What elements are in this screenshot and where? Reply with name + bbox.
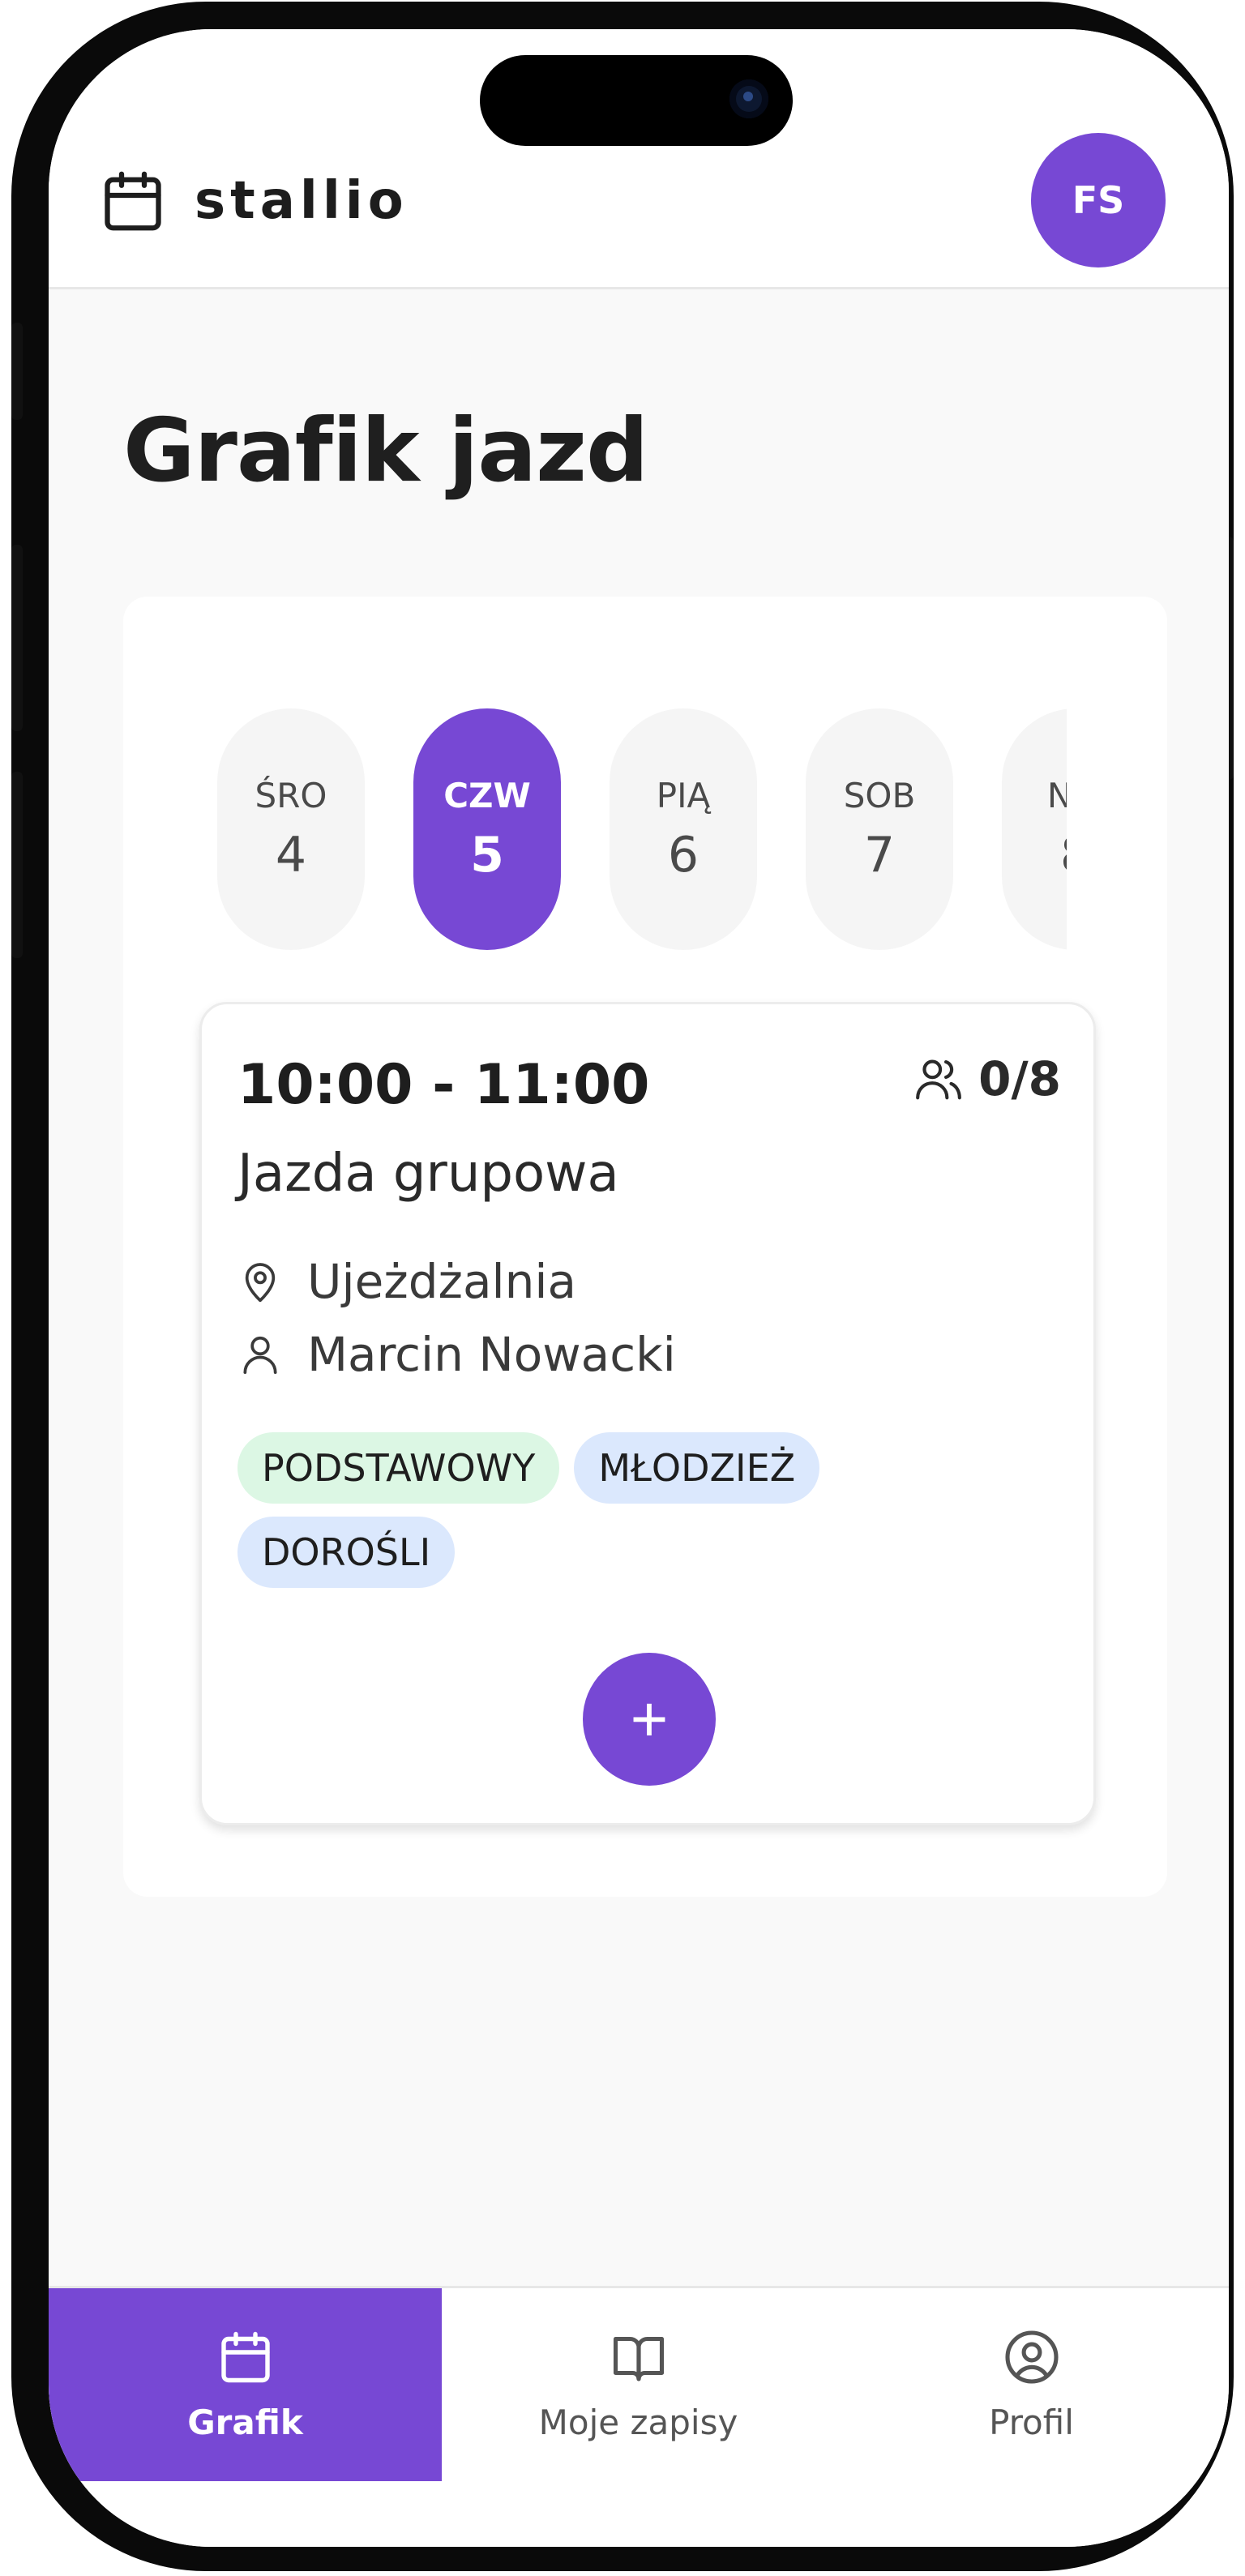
capacity-value: 0/8 [978,1051,1061,1106]
day-number: 5 [470,826,504,884]
nav-item-moje-zapisy[interactable]: Moje zapisy [442,2288,835,2481]
level-tag: PODSTAWOWY [237,1432,560,1504]
day-fri[interactable]: PIĄ 6 [610,708,757,950]
brand-logo[interactable]: stallio [99,167,409,235]
day-number: 8 [1060,827,1067,884]
app-screen: stallio FS Grafik jazd ŚRO 4 CZW 5 PIĄ 6 [49,29,1229,2547]
day-thu-selected[interactable]: CZW 5 [413,708,561,950]
day-name: ŚRO [255,775,327,815]
camera-icon [729,79,768,118]
nav-item-profil[interactable]: Profil [835,2288,1228,2481]
phone-volume-down [11,772,23,958]
session-location: Ujeżdżalnia [237,1254,576,1309]
age-tag: DOROŚLI [237,1517,456,1588]
brand-name: stallio [195,171,409,231]
nav-label: Grafik [187,2402,303,2442]
location-text: Ujeżdżalnia [307,1254,577,1309]
user-icon [243,1336,277,1375]
day-name: PIĄ [656,775,711,815]
day-selector[interactable]: ŚRO 4 CZW 5 PIĄ 6 SOB 7 NIE 8 [217,708,1067,950]
add-booking-button[interactable]: + [583,1653,716,1786]
age-tag: MŁODZIEŻ [574,1432,820,1504]
nav-label: Profil [989,2402,1074,2442]
dynamic-island [480,55,793,146]
page-title: Grafik jazd [123,400,648,502]
day-name: NIE [1046,775,1067,815]
day-number: 7 [863,826,896,884]
session-card[interactable]: 10:00 - 11:00 0/8 Jazda grupowa Ujeżdżal… [199,1002,1096,1825]
instructor-name: Marcin Nowacki [307,1327,676,1382]
calendar-icon [220,2331,270,2382]
schedule-panel: ŚRO 4 CZW 5 PIĄ 6 SOB 7 NIE 8 [123,597,1167,1897]
session-time: 10:00 - 11:00 [237,1053,650,1117]
session-instructor: Marcin Nowacki [237,1327,676,1382]
day-number: 6 [667,826,700,884]
session-tags: PODSTAWOWY MŁODZIEŻ DOROŚLI [237,1432,1048,1588]
session-capacity: 0/8 [913,1051,1061,1106]
day-name: CZW [443,775,531,815]
location-pin-icon [245,1263,276,1303]
users-icon [916,1059,961,1100]
phone-volume-up [11,545,23,731]
day-name: SOB [843,775,916,815]
nav-item-grafik[interactable]: Grafik [49,2288,442,2481]
nav-label: Moje zapisy [538,2402,738,2442]
user-avatar[interactable]: FS [1031,133,1166,267]
day-wed[interactable]: ŚRO 4 [217,708,365,950]
phone-side-button [11,323,23,420]
calendar-icon [105,171,161,231]
user-circle-icon [1004,2330,1059,2384]
book-icon [613,2336,664,2381]
day-sun[interactable]: NIE 8 [1002,708,1067,950]
session-title: Jazda grupowa [237,1144,619,1204]
phone-frame: stallio FS Grafik jazd ŚRO 4 CZW 5 PIĄ 6 [11,2,1234,2571]
day-sat[interactable]: SOB 7 [806,708,953,950]
bottom-nav: Grafik Moje zapisy Profil [49,2286,1229,2547]
day-number: 4 [275,826,307,884]
